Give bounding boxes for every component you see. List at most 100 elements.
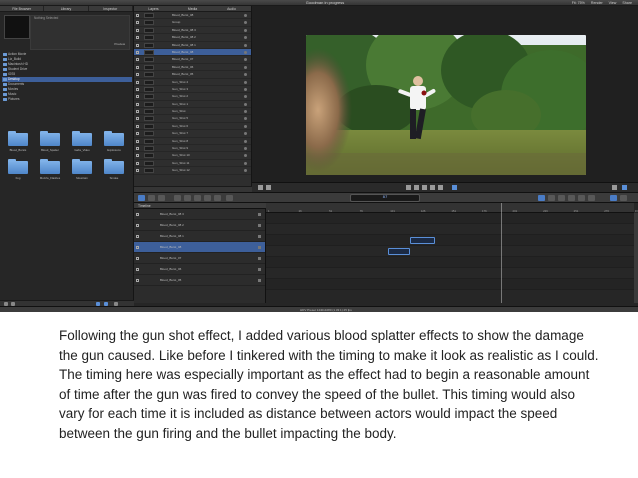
timeline-row-icon[interactable] <box>258 257 261 260</box>
layer-lock-icon[interactable] <box>244 65 247 69</box>
layer-lock-icon[interactable] <box>244 139 247 143</box>
timeline-track[interactable] <box>266 279 634 290</box>
timeline-track[interactable] <box>266 235 634 246</box>
layer-lock-icon[interactable] <box>244 21 247 25</box>
layer-checkbox[interactable] <box>136 21 139 25</box>
timeline-track[interactable] <box>266 224 634 235</box>
folder-item[interactable]: Mountain <box>66 159 98 182</box>
folder-item[interactable]: Muzzle_Flashes <box>34 159 66 182</box>
generators-icon[interactable] <box>568 195 575 201</box>
layer-checkbox[interactable] <box>136 102 139 106</box>
timeline-row-icon[interactable] <box>258 235 261 238</box>
layer-lock-icon[interactable] <box>244 147 247 151</box>
layer-lock-icon[interactable] <box>244 28 247 32</box>
layer-checkbox[interactable] <box>136 139 139 143</box>
timeline-checkbox[interactable] <box>136 246 139 249</box>
mute-icon[interactable] <box>266 185 271 190</box>
view-icon[interactable] <box>622 185 627 190</box>
layer-row[interactable]: Gun_Shot 3 <box>134 86 251 94</box>
filters-icon[interactable] <box>558 195 565 201</box>
make-clone-icon[interactable] <box>578 195 585 201</box>
bezier-tool-icon[interactable] <box>194 195 201 201</box>
layer-row[interactable]: Group <box>134 19 251 27</box>
layer-lock-icon[interactable] <box>244 43 247 47</box>
timeline-track[interactable] <box>266 213 634 224</box>
timeline-checkbox[interactable] <box>136 268 139 271</box>
layer-lock-icon[interactable] <box>244 95 247 99</box>
browser-tab[interactable]: File Browser <box>0 6 45 11</box>
playhead[interactable] <box>501 203 502 303</box>
layer-checkbox[interactable] <box>136 161 139 165</box>
layer-lock-icon[interactable] <box>244 161 247 165</box>
layer-lock-icon[interactable] <box>244 169 247 173</box>
timeline-checkbox[interactable] <box>136 257 139 260</box>
layer-checkbox[interactable] <box>136 65 139 69</box>
layer-checkbox[interactable] <box>136 110 139 114</box>
layer-row[interactable]: Gun_Shot 5 <box>134 115 251 123</box>
behaviors-icon[interactable] <box>548 195 555 201</box>
audio-toggle-icon[interactable] <box>620 195 627 201</box>
layer-checkbox[interactable] <box>136 36 139 40</box>
layer-row[interactable]: Blood_Burst_07 <box>134 56 251 64</box>
layer-lock-icon[interactable] <box>244 132 247 136</box>
timeline-row-icon[interactable] <box>258 224 261 227</box>
text-tool-icon[interactable] <box>214 195 221 201</box>
layer-row[interactable]: Gun_Shot 10 <box>134 152 251 160</box>
layers-tab[interactable]: Layers <box>134 6 173 11</box>
timeline-row-icon[interactable] <box>258 213 261 216</box>
timeline-row[interactable]: Blood_Burst_08 <box>134 242 265 253</box>
timeline-row[interactable]: Blood_Burst_05 <box>134 275 265 286</box>
layer-row[interactable]: Gun_Shot 11 <box>134 160 251 168</box>
timeline-row[interactable]: Blood_Burst_08 3 <box>134 209 265 220</box>
mask-tool-icon[interactable] <box>184 195 191 201</box>
timeline-track[interactable] <box>266 246 634 257</box>
paint-tool-icon[interactable] <box>204 195 211 201</box>
layer-checkbox[interactable] <box>136 14 139 17</box>
layer-lock-icon[interactable] <box>244 102 247 106</box>
layer-row[interactable]: Blood_Burst_08 <box>134 48 251 57</box>
layer-checkbox[interactable] <box>136 28 139 32</box>
layer-row[interactable]: Gun_Shot 2 <box>134 93 251 101</box>
layer-lock-icon[interactable] <box>244 50 247 54</box>
layer-row[interactable]: Gun_Shot 8 <box>134 138 251 146</box>
layer-checkbox[interactable] <box>136 50 139 54</box>
folder-item[interactable]: Fog <box>2 159 34 182</box>
tree-item[interactable]: Pictures <box>2 97 132 102</box>
timeline-checkbox[interactable] <box>136 213 139 216</box>
layer-row[interactable]: Gun_Shot 9 <box>134 145 251 153</box>
layer-lock-icon[interactable] <box>244 73 247 77</box>
timeline-row[interactable]: Blood_Burst_08 2 <box>134 220 265 231</box>
folder-item[interactable]: Blood_Spatter <box>34 131 66 154</box>
add-object-icon[interactable] <box>538 195 545 201</box>
layer-lock-icon[interactable] <box>244 80 247 84</box>
timeline-toggle-icon[interactable] <box>610 195 617 201</box>
loop-icon[interactable] <box>258 185 263 190</box>
shape-tool-icon[interactable] <box>174 195 181 201</box>
timeline-scrollbar[interactable] <box>634 213 638 303</box>
layer-lock-icon[interactable] <box>244 14 247 17</box>
layer-lock-icon[interactable] <box>244 58 247 62</box>
timeline-tracks[interactable] <box>266 213 634 303</box>
timeline-row-icon[interactable] <box>258 246 261 249</box>
timeline-checkbox[interactable] <box>136 235 139 238</box>
layer-lock-icon[interactable] <box>244 110 247 114</box>
layer-checkbox[interactable] <box>136 87 139 91</box>
layer-lock-icon[interactable] <box>244 117 247 121</box>
layers-tab[interactable]: Audio <box>212 6 251 11</box>
layer-row[interactable]: Blood_Burst_06 <box>134 64 251 72</box>
layer-checkbox[interactable] <box>136 124 139 128</box>
rewind-icon[interactable] <box>406 185 411 190</box>
layer-lock-icon[interactable] <box>244 154 247 158</box>
timeline-ruler[interactable]: 1265176101126151176201226251276301 <box>266 203 638 213</box>
browser-tab[interactable]: Library <box>44 6 89 11</box>
timeline-row[interactable]: Blood_Burst_08 1 <box>134 231 265 242</box>
layer-row[interactable]: Gun_Shot 4 <box>134 79 251 86</box>
video-frame[interactable] <box>306 35 586 175</box>
step-back-icon[interactable] <box>414 185 419 190</box>
record-icon[interactable] <box>452 185 457 190</box>
layer-row[interactable]: Blood_Burst_08 <box>134 12 251 20</box>
layer-row[interactable]: Blood_Burst_08 2 <box>134 34 251 42</box>
timeline-clip[interactable] <box>388 248 411 255</box>
select-tool-icon[interactable] <box>138 195 145 201</box>
layer-row[interactable]: Gun_Shot 12 <box>134 167 251 175</box>
